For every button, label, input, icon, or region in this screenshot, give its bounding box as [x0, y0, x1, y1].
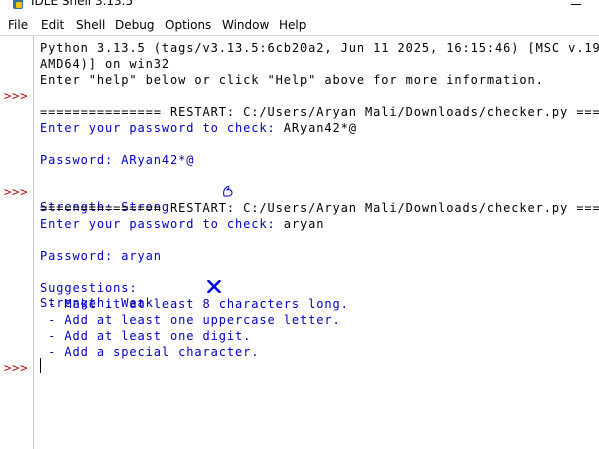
idle-app-icon — [11, 0, 25, 14]
python-banner: Python 3.13.5 (tags/v3.13.5:6cb20a2, Jun… — [40, 41, 599, 55]
shell-prompt: >>> — [4, 361, 29, 375]
suggestions-header: Suggestions: — [40, 281, 138, 295]
suggestion-item: - Add a special character. — [40, 345, 260, 359]
text-cursor — [40, 358, 41, 373]
password-output: Password: ARyan42*@ — [40, 153, 195, 167]
shell-prompt: >>> — [4, 89, 29, 103]
menu-file[interactable]: File — [8, 18, 28, 32]
shell-prompt: >>> — [4, 185, 29, 199]
input-line: Enter your password to check: aryan — [40, 216, 324, 232]
input-line: Enter your password to check: ARyan42*@ — [40, 120, 357, 136]
restart-line: =============== RESTART: C:/Users/Aryan … — [40, 201, 599, 215]
help-hint: Enter "help" below or click "Help" above… — [40, 73, 544, 87]
input-prompt: Enter your password to check: — [40, 121, 284, 135]
minimize-button[interactable] — [571, 4, 581, 5]
title-bar: IDLE Shell 3.13.5 — [0, 0, 599, 14]
user-input: ARyan42*@ — [283, 121, 357, 135]
restart-line: =============== RESTART: C:/Users/Aryan … — [40, 105, 599, 119]
menu-window[interactable]: Window — [222, 18, 269, 32]
suggestion-item: - Add at least one digit. — [40, 329, 252, 343]
menu-edit[interactable]: Edit — [41, 18, 64, 32]
input-prompt: Enter your password to check: — [40, 217, 284, 231]
window-title: IDLE Shell 3.13.5 — [31, 0, 134, 8]
menu-debug[interactable]: Debug — [115, 18, 154, 32]
shell-text-area[interactable]: Python 3.13.5 (tags/v3.13.5:6cb20a2, Jun… — [34, 36, 599, 449]
menu-options[interactable]: Options — [165, 18, 211, 32]
python-banner-platform: AMD64)] on win32 — [40, 57, 170, 71]
suggestion-item: - Make it at least 8 characters long. — [40, 297, 349, 311]
menu-shell[interactable]: Shell — [76, 18, 105, 32]
user-input: aryan — [283, 217, 325, 231]
suggestion-item: - Add at least one uppercase letter. — [40, 313, 341, 327]
prompt-gutter: >>> >>> >>> — [0, 36, 34, 449]
menu-help[interactable]: Help — [279, 18, 306, 32]
menu-bar: File Edit Shell Debug Options Window Hel… — [0, 15, 599, 36]
password-output: Password: aryan — [40, 249, 162, 263]
